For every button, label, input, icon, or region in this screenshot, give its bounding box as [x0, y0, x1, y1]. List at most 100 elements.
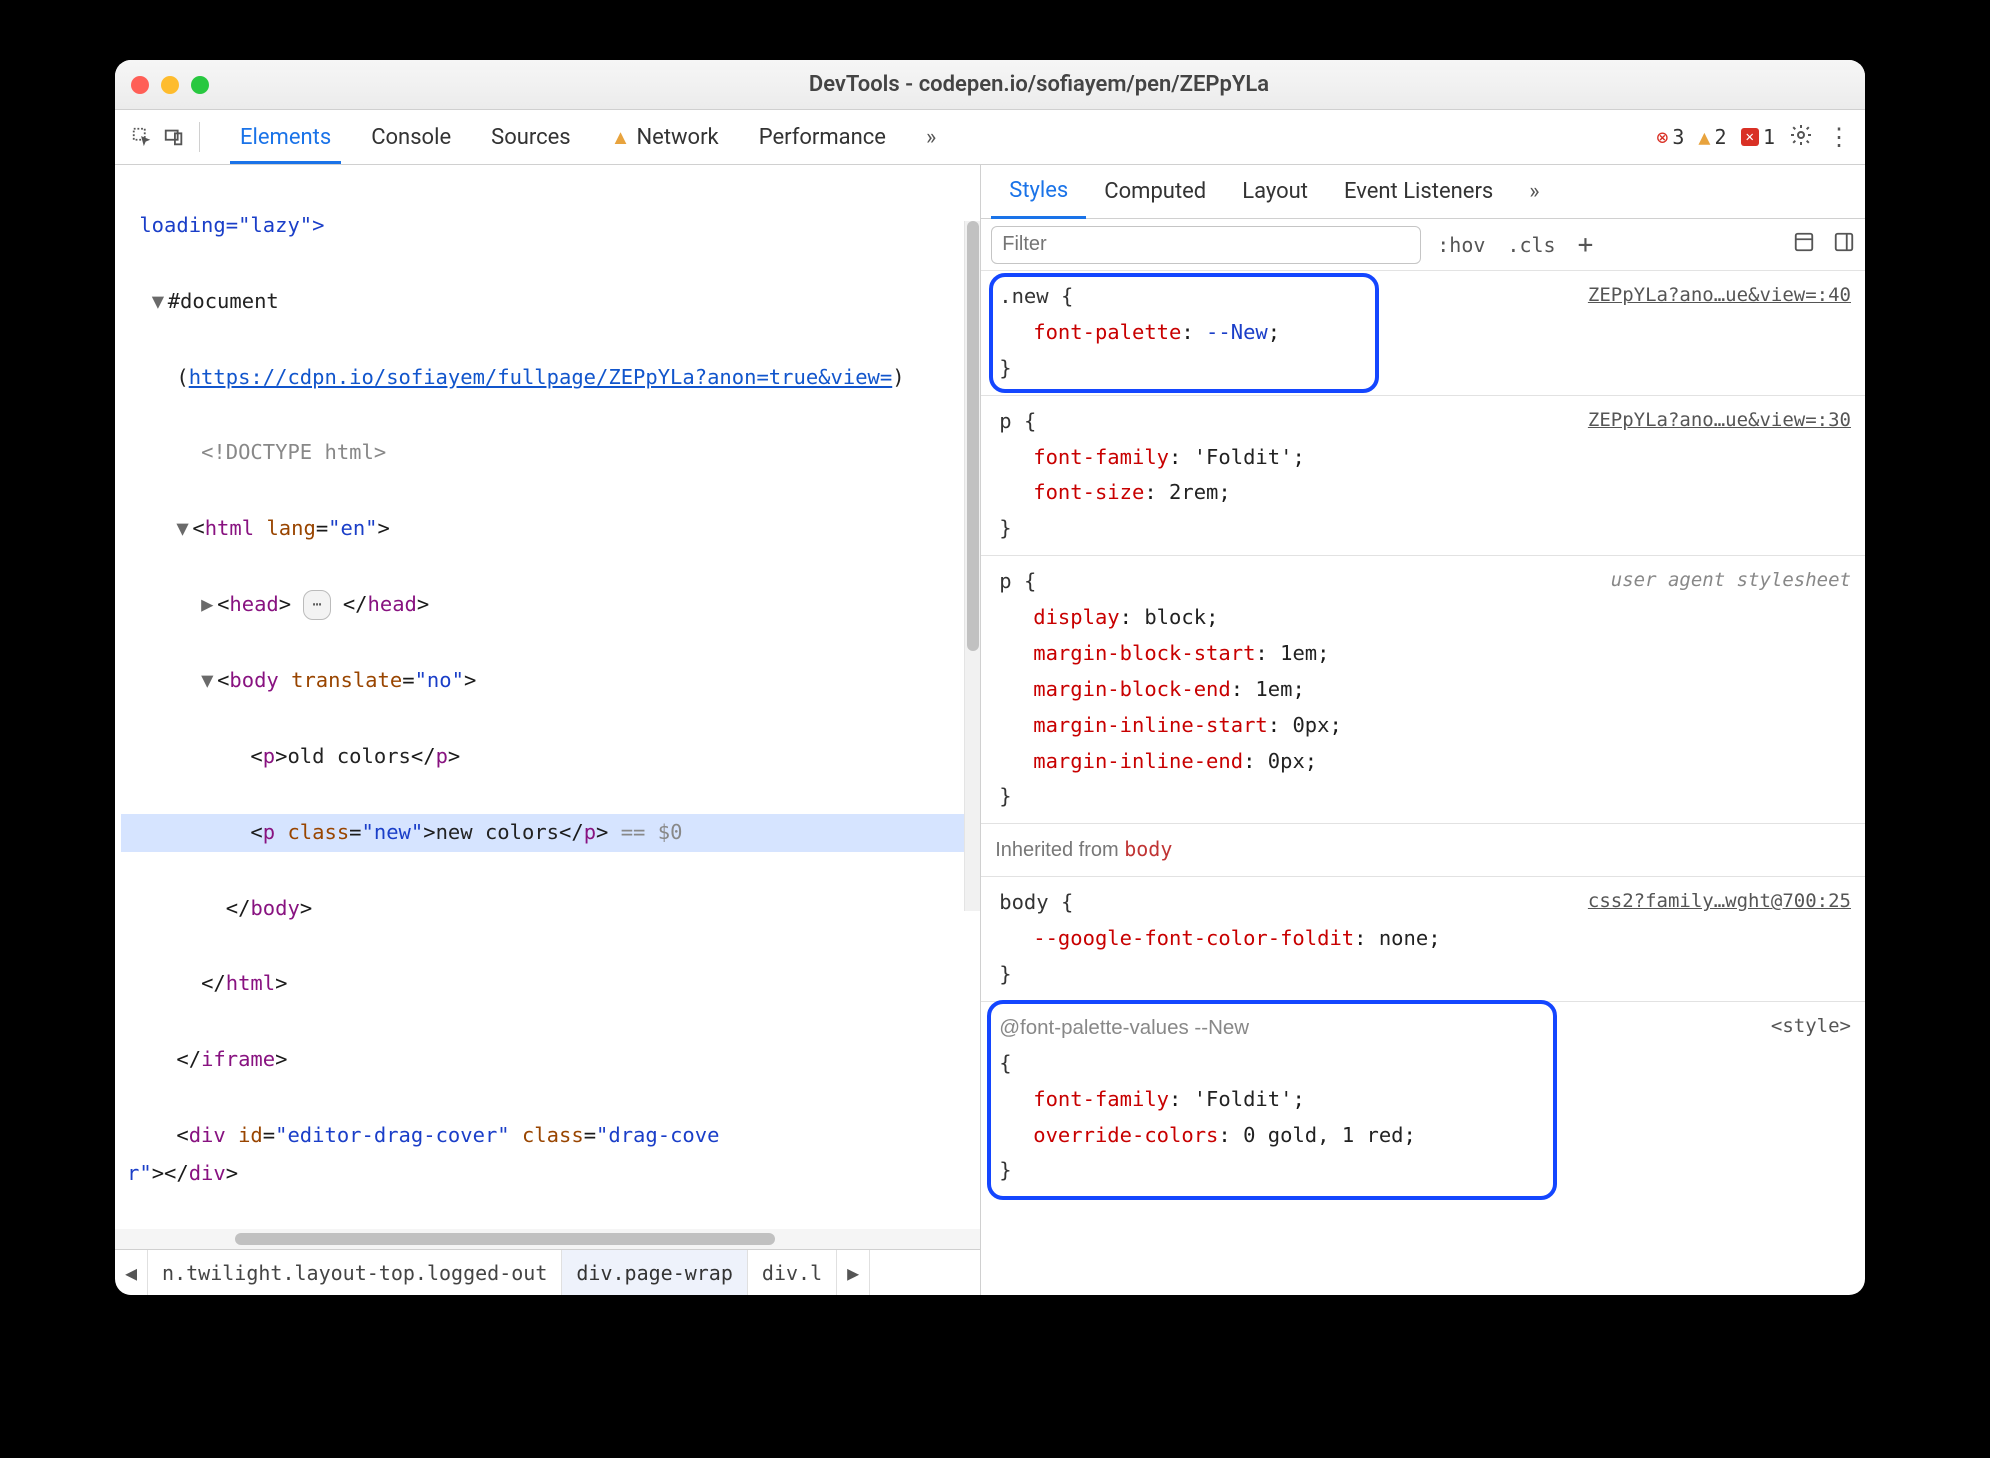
css-value[interactable]: none: [1379, 926, 1428, 950]
dom-tree[interactable]: loading="lazy"> ▼#document (https://cdpn…: [115, 165, 980, 1229]
device-toolbar-icon[interactable]: [161, 124, 187, 150]
inspect-element-icon[interactable]: [129, 124, 155, 150]
dom-fragment: loading="lazy">: [127, 213, 324, 237]
dom-node[interactable]: body: [250, 896, 299, 920]
count-value: 3: [1672, 125, 1684, 149]
disclosure-triangle-icon[interactable]: ▼: [176, 510, 192, 548]
css-property[interactable]: font-family: [1033, 445, 1169, 469]
inherited-selector[interactable]: body: [1124, 837, 1172, 861]
breadcrumb-prev-button[interactable]: ◀: [115, 1250, 148, 1295]
breadcrumb-item-selected[interactable]: div.page-wrap: [562, 1250, 748, 1295]
selector[interactable]: .new: [999, 284, 1048, 308]
breadcrumb-item[interactable]: div.l: [748, 1250, 837, 1295]
css-value: 1em: [1255, 677, 1292, 701]
selector[interactable]: p: [999, 409, 1011, 433]
css-property[interactable]: font-size: [1033, 480, 1144, 504]
scroll-thumb[interactable]: [967, 221, 979, 651]
new-style-rule-button[interactable]: +: [1572, 226, 1600, 264]
attr-name: translate: [291, 668, 402, 692]
disclosure-triangle-icon[interactable]: ▼: [152, 283, 168, 321]
hov-toggle[interactable]: :hov: [1431, 229, 1491, 261]
document-url-link[interactable]: https://cdpn.io/sofiayem/fullpage/ZEPpYL…: [189, 365, 893, 389]
tab-layout[interactable]: Layout: [1224, 165, 1326, 218]
css-rule[interactable]: css2?family…wght@700:25 body { --google-…: [981, 877, 1865, 1002]
tab-label: Sources: [491, 125, 571, 150]
error-count[interactable]: ⊗3: [1656, 125, 1684, 149]
text-node[interactable]: old colors: [287, 744, 410, 768]
rule-source-label[interactable]: <style>: [1771, 1010, 1851, 1043]
css-property[interactable]: --google-font-color-foldit: [1033, 926, 1354, 950]
css-property[interactable]: font-palette: [1033, 320, 1181, 344]
tab-computed[interactable]: Computed: [1086, 165, 1224, 218]
tab-styles[interactable]: Styles: [991, 166, 1086, 219]
message-icon: ✕: [1741, 128, 1759, 146]
css-value[interactable]: 'Foldit': [1194, 445, 1293, 469]
toggle-sidebar-icon[interactable]: [1833, 231, 1855, 258]
dom-node[interactable]: head: [229, 592, 278, 616]
tab-event-listeners[interactable]: Event Listeners: [1326, 165, 1511, 218]
message-count[interactable]: ✕1: [1741, 125, 1775, 149]
css-rule[interactable]: ZEPpYLa?ano…ue&view=:40 .new { font-pale…: [981, 271, 1865, 396]
disclosure-triangle-icon[interactable]: ▶: [201, 586, 217, 624]
tab-network[interactable]: ▲Network: [591, 110, 739, 164]
css-rule-user-agent[interactable]: user agent stylesheet p { display: block…: [981, 556, 1865, 824]
label-text: Inherited from: [995, 839, 1124, 861]
css-property[interactable]: font-family: [1033, 1087, 1169, 1111]
css-value[interactable]: 'Foldit': [1194, 1087, 1293, 1111]
warning-count[interactable]: ▲2: [1698, 125, 1726, 149]
ellipsis-badge[interactable]: ⋯: [303, 590, 330, 620]
zoom-window-button[interactable]: [191, 76, 209, 94]
rule-source-link[interactable]: css2?family…wght@700:25: [1588, 885, 1851, 918]
selector[interactable]: body: [999, 890, 1048, 914]
selector[interactable]: p: [999, 569, 1011, 593]
css-rule[interactable]: ZEPpYLa?ano…ue&view=:30 p { font-family:…: [981, 396, 1865, 557]
cls-toggle[interactable]: .cls: [1501, 229, 1561, 261]
tab-performance[interactable]: Performance: [739, 110, 906, 164]
css-property: margin-block-start: [1033, 641, 1255, 665]
css-property: margin-block-end: [1033, 677, 1230, 701]
dom-node[interactable]: #document: [168, 289, 279, 313]
dom-node[interactable]: html: [226, 971, 275, 995]
rule-source-link[interactable]: ZEPpYLa?ano…ue&view=:30: [1588, 404, 1851, 437]
more-tabs-button[interactable]: »: [1511, 165, 1557, 218]
attr-name: class: [287, 820, 349, 844]
minimize-window-button[interactable]: [161, 76, 179, 94]
error-icon: ⊗: [1656, 125, 1668, 149]
tab-console[interactable]: Console: [351, 110, 471, 164]
tab-elements[interactable]: Elements: [220, 110, 351, 164]
dom-node[interactable]: html: [205, 516, 254, 540]
close-window-button[interactable]: [131, 76, 149, 94]
more-tabs-button[interactable]: »: [906, 110, 956, 164]
css-value: 0px: [1268, 749, 1305, 773]
css-value[interactable]: 0 gold, 1 red: [1243, 1123, 1403, 1147]
breadcrumb-item[interactable]: n.twilight.layout-top.logged-out: [148, 1250, 562, 1295]
css-value[interactable]: --New: [1206, 320, 1268, 344]
devtools-window: DevTools - codepen.io/sofiayem/pen/ZEPpY…: [115, 60, 1865, 1295]
scroll-thumb[interactable]: [235, 1233, 775, 1245]
more-options-button[interactable]: ⋮: [1827, 123, 1851, 151]
css-value[interactable]: 2rem: [1169, 480, 1218, 504]
selected-node[interactable]: <p class="new">new colors</p> == $0: [121, 814, 980, 852]
inherited-from-label: Inherited from body: [981, 824, 1865, 877]
chevron-right-icon: »: [926, 125, 936, 150]
css-property[interactable]: override-colors: [1033, 1123, 1218, 1147]
vertical-scrollbar[interactable]: [964, 221, 980, 911]
disclosure-triangle-icon[interactable]: ▼: [201, 662, 217, 700]
tab-sources[interactable]: Sources: [471, 110, 591, 164]
font-palette-values-rule[interactable]: <style> @font-palette-values --New { fon…: [981, 1002, 1865, 1197]
rule-source-label: user agent stylesheet: [1611, 564, 1851, 597]
window-controls: [131, 76, 209, 94]
styles-filter-bar: :hov .cls +: [981, 219, 1865, 271]
at-rule-header[interactable]: @font-palette-values --New: [999, 1010, 1851, 1046]
count-value: 1: [1763, 125, 1775, 149]
filter-input[interactable]: [991, 226, 1421, 264]
doctype-node[interactable]: <!DOCTYPE html>: [201, 440, 386, 464]
dom-node[interactable]: body: [229, 668, 278, 692]
count-value: 2: [1714, 125, 1726, 149]
settings-button[interactable]: [1789, 123, 1813, 152]
horizontal-scrollbar[interactable]: [115, 1229, 980, 1249]
breadcrumb-next-button[interactable]: ▶: [837, 1250, 870, 1295]
rule-source-link[interactable]: ZEPpYLa?ano…ue&view=:40: [1588, 279, 1851, 312]
computed-styles-toggle-icon[interactable]: [1793, 231, 1815, 258]
styles-rules[interactable]: ZEPpYLa?ano…ue&view=:40 .new { font-pale…: [981, 271, 1865, 1295]
